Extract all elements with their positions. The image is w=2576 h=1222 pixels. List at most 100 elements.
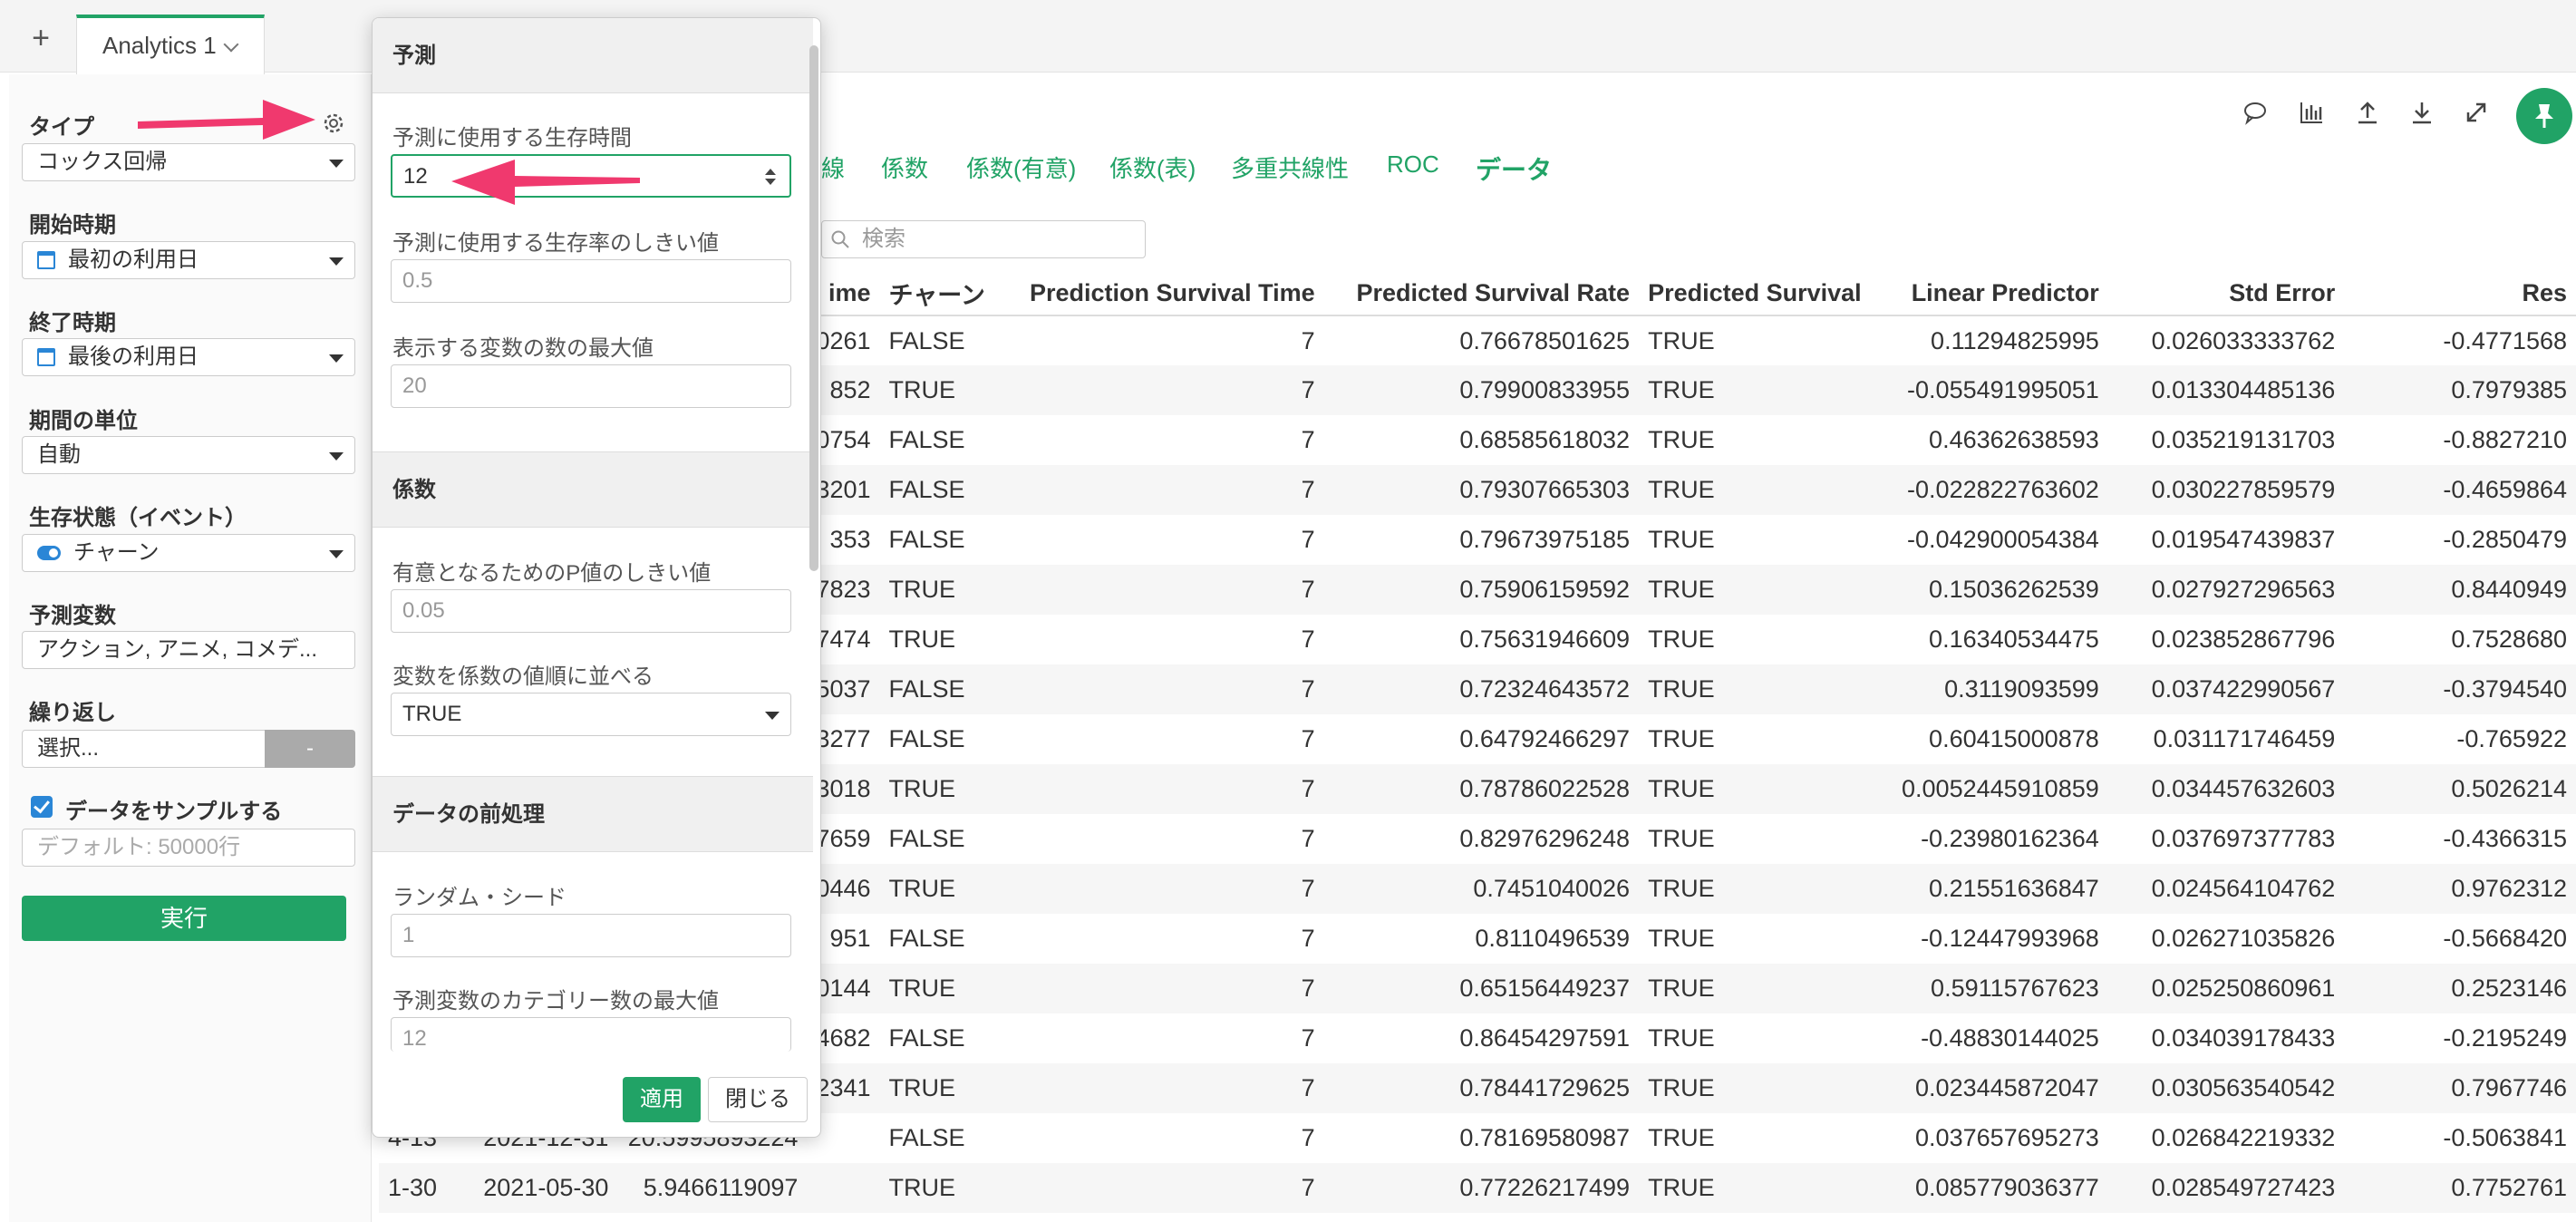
table-cell: -0.5668420 (2443, 925, 2567, 952)
settings-sidebar: タイプ コックス回帰 開始時期 最初の利用日 終了時期 最後の利用日 期間の単位… (9, 74, 372, 1222)
sample-label: データをサンプルする (65, 800, 283, 824)
upload-icon[interactable] (2353, 98, 2382, 127)
table-cell: 0.78169580987 (1459, 1124, 1631, 1151)
table-cell: -0.2195249 (2443, 1024, 2567, 1052)
table-cell: FALSE (888, 1124, 965, 1151)
table-cell: 0.085779036377 (1870, 1163, 2108, 1213)
table-cell: 0.034039178433 (2151, 1024, 2336, 1052)
table-cell: 0.7451040026 (1323, 864, 1640, 914)
tab-analytics-1[interactable]: Analytics 1 (76, 15, 265, 74)
gear-icon[interactable] (319, 109, 348, 138)
table-cell: 0.72324643572 (1323, 664, 1640, 714)
column-header[interactable]: Std Error (2107, 272, 2345, 316)
end-select[interactable]: 最後の利用日 (22, 338, 355, 376)
column-header[interactable]: Predicted Survival (1639, 272, 1871, 316)
seed-label: ランダム・シード (392, 886, 567, 910)
pin-icon (2535, 104, 2553, 128)
threshold-label: 予測に使用する生存率のしきい値 (392, 231, 719, 256)
sort-select[interactable]: TRUE (391, 693, 791, 736)
max-vars-input[interactable]: 20 (391, 364, 791, 408)
tab-coefficients[interactable]: 係数 (881, 150, 928, 184)
tab-coefficients-table[interactable]: 係数(表) (1109, 150, 1196, 184)
end-label: 終了時期 (29, 311, 116, 335)
table-cell: -0.23980162364 (1921, 825, 2099, 852)
table-cell: TRUE (1639, 764, 1871, 814)
caret-down-icon (329, 354, 344, 363)
sample-size-input[interactable]: デフォルト: 50000行 (22, 829, 355, 867)
table-cell: 0.035219131703 (2151, 426, 2336, 453)
max-category-input[interactable]: 12 (391, 1017, 791, 1052)
unit-select[interactable]: 自動 (22, 436, 355, 474)
table-cell: -0.5063841 (2443, 1124, 2567, 1151)
section-prediction-title: 予測 (373, 18, 813, 93)
popover-scrollbar[interactable] (809, 45, 818, 571)
tab-roc[interactable]: ROC (1387, 150, 1439, 179)
table-cell: 0.031171746459 (2153, 725, 2336, 752)
table-cell: 0.46362638593 (1929, 426, 2099, 453)
pvalue-input[interactable]: 0.05 (391, 589, 791, 633)
max-vars-label: 表示する変数の数の最大値 (392, 336, 654, 361)
calendar-icon (37, 251, 55, 269)
stepper-icon[interactable] (762, 166, 779, 188)
chart-icon[interactable] (2297, 98, 2326, 127)
column-header[interactable]: チャーン (879, 272, 1003, 316)
download-icon[interactable] (2407, 98, 2436, 127)
start-select[interactable]: 最初の利用日 (22, 241, 355, 279)
table-cell: TRUE (1639, 864, 1871, 914)
start-value: 最初の利用日 (68, 247, 199, 272)
tab-data[interactable]: データ (1476, 150, 1552, 187)
tab-survival-curve[interactable]: 線 (821, 150, 845, 184)
repeat-value: 選択... (37, 736, 100, 761)
table-cell: TRUE (879, 365, 1003, 415)
calendar-icon (37, 348, 55, 366)
caret-down-icon (329, 452, 344, 461)
table-cell: TRUE (1648, 526, 1715, 553)
table-cell: 0.15036262539 (1870, 565, 2108, 615)
table-cell: TRUE (1639, 664, 1871, 714)
column-header[interactable]: Linear Predictor (1870, 272, 2108, 316)
table-cell: 0.21551636847 (1870, 864, 2108, 914)
table-cell: 0.026842219332 (2151, 1124, 2336, 1151)
sample-checkbox[interactable] (31, 796, 53, 818)
repeat-remove-button[interactable]: - (265, 730, 355, 768)
table-cell: TRUE (888, 626, 956, 653)
tab-coefficients-significant[interactable]: 係数(有意) (966, 150, 1076, 184)
table-cell: TRUE (879, 764, 1003, 814)
comment-icon[interactable] (2241, 98, 2270, 127)
tab-multicollinearity[interactable]: 多重共線性 (1231, 150, 1349, 184)
table-cell: 1-30 (379, 1163, 475, 1213)
add-tab-button[interactable]: + (18, 20, 63, 56)
table-cell: 0.11294825995 (1931, 326, 2099, 354)
column-header[interactable]: Prediction Survival Time (1002, 272, 1324, 316)
table-cell: 0.76678501625 (1459, 326, 1631, 354)
expand-icon[interactable] (2462, 98, 2491, 127)
table-cell: 7 (1301, 825, 1315, 852)
table-cell: 0.5026214 (2344, 764, 2576, 814)
table-cell: 7 (1002, 365, 1324, 415)
status-select[interactable]: チャーン (22, 534, 355, 572)
chevron-down-icon[interactable] (223, 36, 239, 53)
table-cell: 0.77226217499 (1323, 1163, 1640, 1213)
column-header[interactable]: Res (2344, 272, 2576, 316)
run-button[interactable]: 実行 (22, 896, 346, 941)
table-cell: TRUE (1648, 1024, 1715, 1052)
predictors-select[interactable]: アクション, アニメ, コメデ... (22, 631, 355, 669)
table-cell: 0.024564104762 (2107, 864, 2345, 914)
threshold-input[interactable]: 0.5 (391, 259, 791, 303)
seed-input[interactable]: 1 (391, 914, 791, 957)
column-header[interactable]: Predicted Survival Rate (1323, 272, 1640, 316)
close-button[interactable]: 閉じる (708, 1077, 808, 1122)
table-cell: 7 (1002, 1063, 1324, 1113)
table-cell: TRUE (879, 1163, 1003, 1213)
table-cell: 0.78441729625 (1323, 1063, 1640, 1113)
status-value: チャーン (73, 540, 160, 565)
table-cell: -0.055491995051 (1870, 365, 2108, 415)
search-input[interactable]: 検索 (821, 220, 1146, 258)
pin-button[interactable] (2516, 88, 2572, 144)
table-cell: FALSE (888, 1024, 965, 1052)
table-cell: FALSE (888, 725, 965, 752)
table-cell: -0.4771568 (2443, 326, 2567, 354)
table-row: 1-30 2021-05-30 5.9466119097 TRUE 7 0.7722621… (379, 1163, 2576, 1213)
apply-button[interactable]: 適用 (623, 1077, 701, 1122)
repeat-select[interactable]: 選択... (22, 730, 266, 768)
